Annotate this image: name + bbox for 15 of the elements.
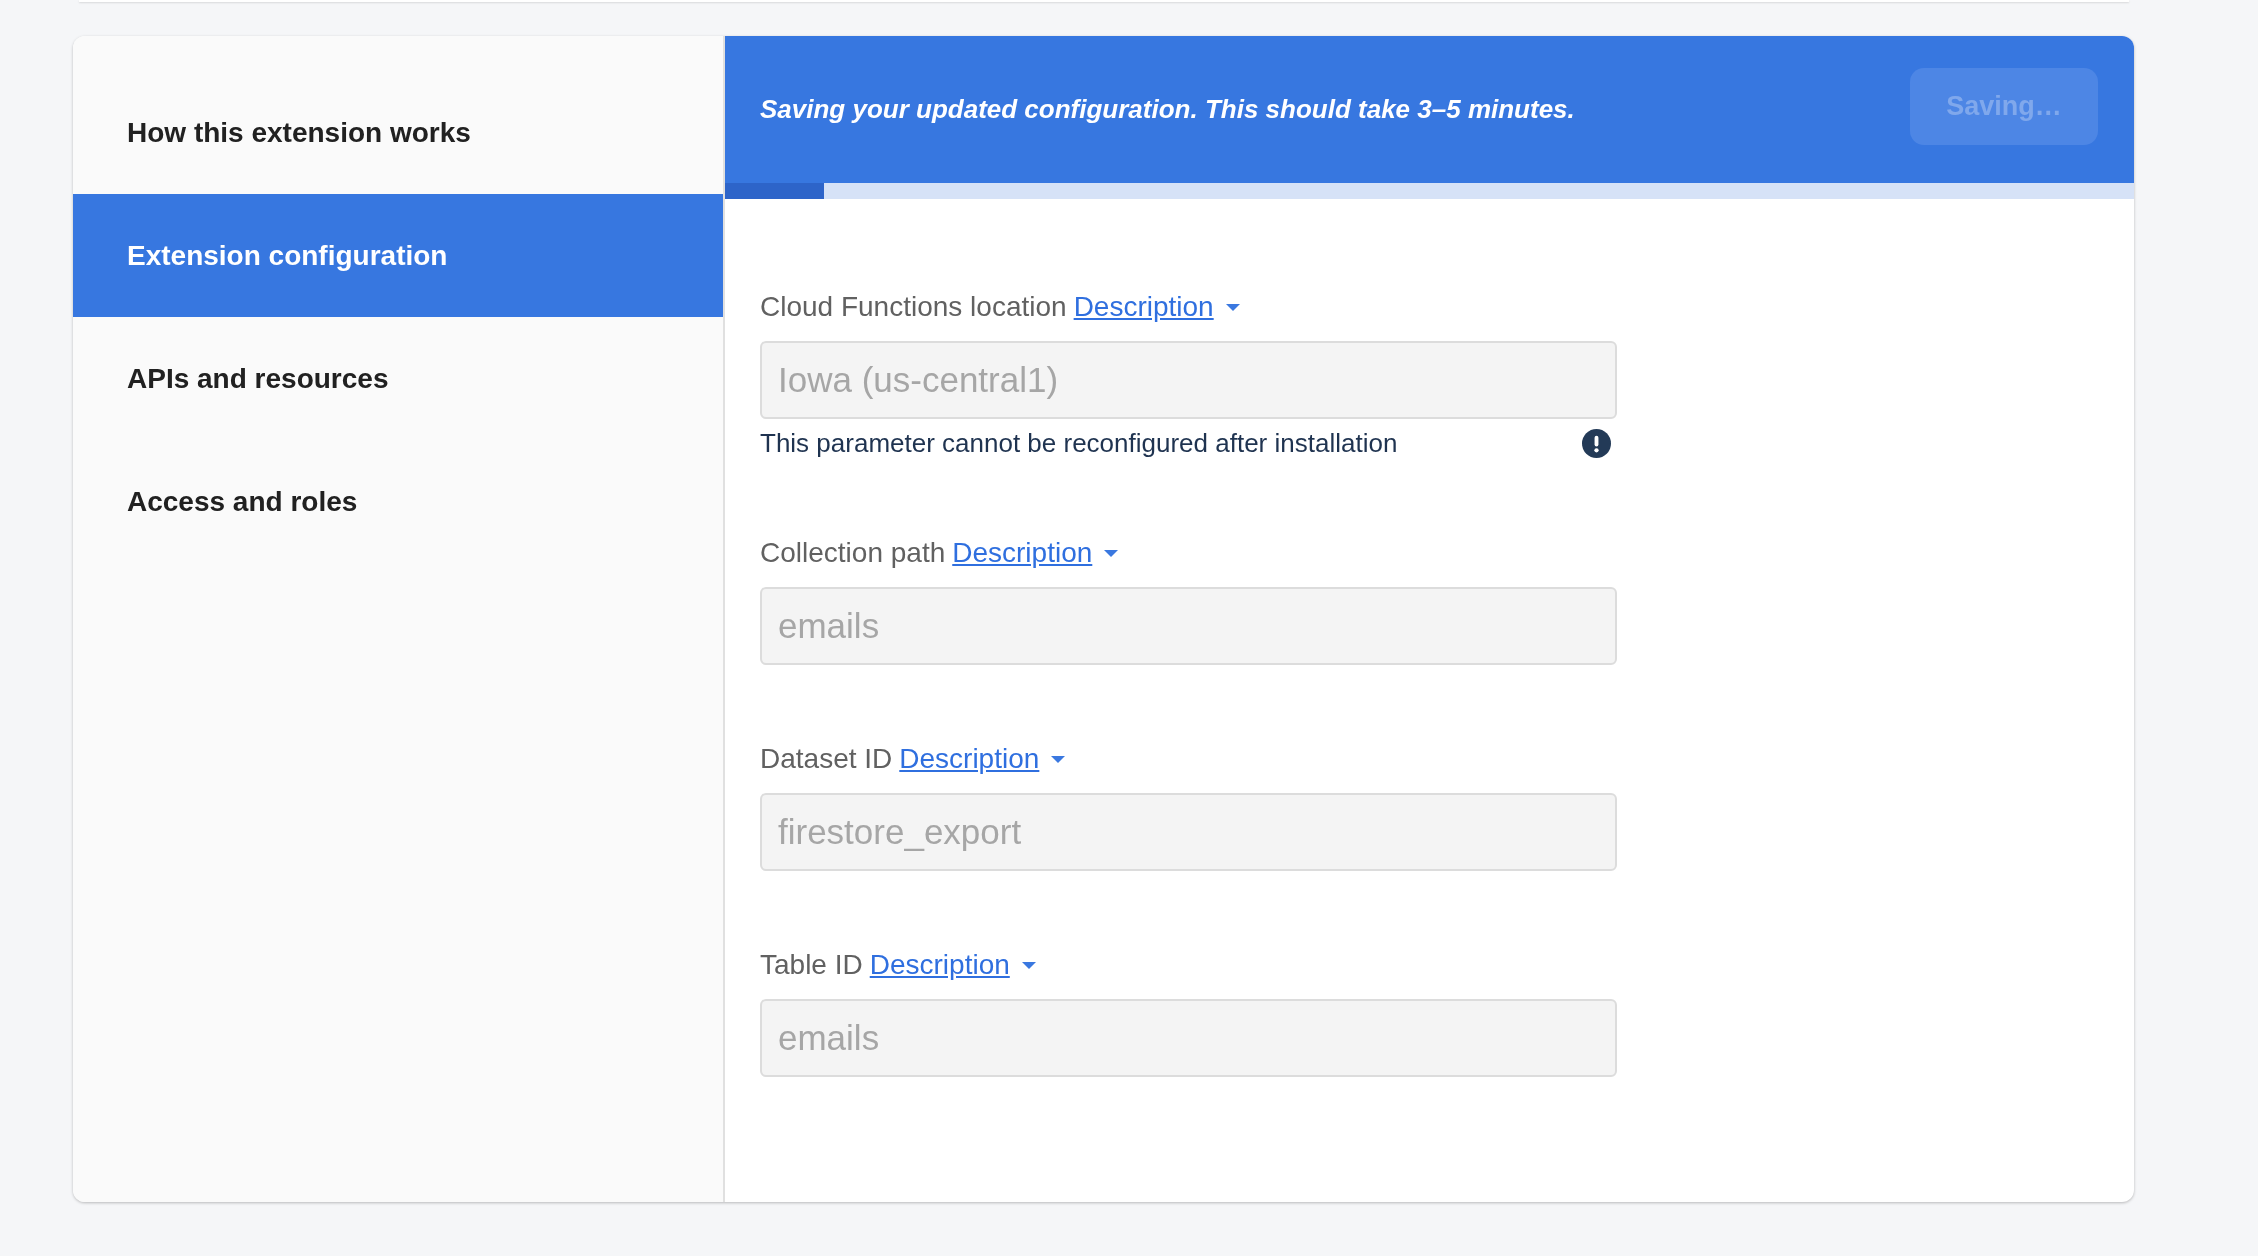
sidebar-item[interactable]: Access and roles (73, 440, 723, 563)
sidebar-item[interactable]: APIs and resources (73, 317, 723, 440)
caret-icon[interactable] (1021, 961, 1036, 969)
sidebar-item[interactable]: How this extension works (73, 71, 723, 194)
caret-icon[interactable] (1051, 755, 1066, 763)
field-label: Cloud Functions location (760, 291, 1067, 323)
field-label: Collection path (760, 537, 946, 569)
caret-icon[interactable] (1104, 549, 1119, 557)
banner-message: Saving your updated configuration. This should take 3–5 minutes. (760, 94, 1575, 125)
field-label: Dataset ID (760, 743, 893, 775)
field-label: Table ID (760, 949, 863, 981)
exclamation-circle-icon (1582, 428, 1611, 458)
helper-text: This parameter cannot be reconfigured after installation (760, 427, 1398, 459)
caret-icon[interactable] (1225, 303, 1240, 311)
sidebar-item[interactable]: Extension configuration (73, 194, 723, 317)
